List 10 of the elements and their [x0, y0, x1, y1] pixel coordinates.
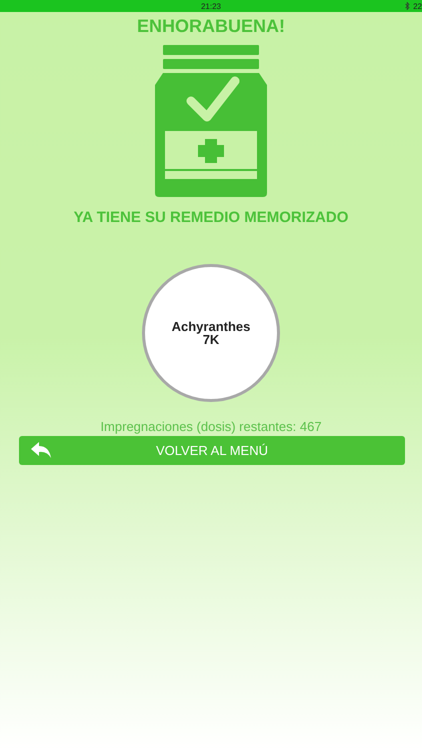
reply-arrow-icon: [31, 442, 51, 458]
battery-percent: 22: [413, 2, 422, 10]
status-time: 21:23: [200, 2, 222, 10]
congrats-title: ENHORABUENA!: [137, 15, 285, 37]
bluetooth-icon: [405, 2, 410, 10]
remedy-potency: 7K: [202, 333, 220, 346]
back-to-menu-button[interactable]: VOLVER AL MENÚ: [19, 436, 405, 465]
subtitle: YA TIENE SU REMEDIO MEMORIZADO: [74, 209, 348, 226]
remaining-doses: Impregnaciones (dosis) restantes: 467: [100, 420, 322, 434]
remedy-name: Achyranthes: [172, 320, 250, 333]
